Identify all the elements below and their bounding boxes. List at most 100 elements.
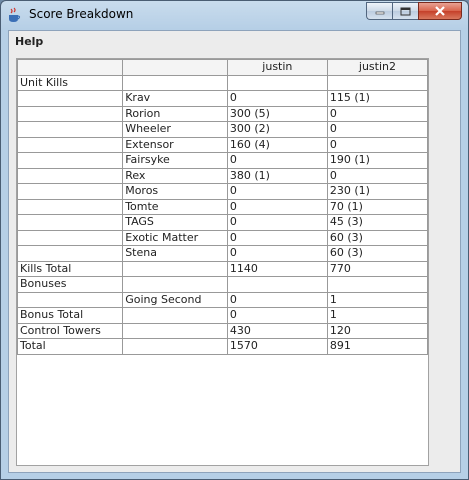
- table-cell[interactable]: TAGS: [122, 214, 228, 231]
- table-cell[interactable]: Extensor: [122, 136, 228, 153]
- table-cell[interactable]: 190 (1): [326, 152, 429, 169]
- table-row[interactable]: Exotic Matter 0 60 (3): [16, 229, 429, 246]
- table-cell[interactable]: Rex: [122, 167, 228, 184]
- table-cell[interactable]: [16, 152, 124, 169]
- table-cell[interactable]: [16, 198, 124, 215]
- table-cell[interactable]: 430: [226, 322, 328, 339]
- table-cell[interactable]: [16, 136, 124, 153]
- menu-help[interactable]: Help: [15, 35, 43, 48]
- table-cell[interactable]: 380 (1): [226, 167, 328, 184]
- score-table-panel: justin justin2 Unit Kills Krav 0 115 (1)…: [16, 58, 429, 466]
- table-cell[interactable]: [122, 307, 228, 324]
- table-cell[interactable]: [16, 105, 124, 122]
- table-cell[interactable]: [16, 214, 124, 231]
- table-cell[interactable]: Kills Total: [16, 260, 124, 277]
- column-header-justin2[interactable]: justin2: [326, 59, 429, 76]
- table-cell[interactable]: Unit Kills: [16, 74, 124, 91]
- column-header-justin[interactable]: justin: [226, 59, 328, 76]
- table-cell[interactable]: 0: [326, 105, 429, 122]
- table-cell[interactable]: [16, 167, 124, 184]
- table-cell[interactable]: Total: [16, 338, 124, 355]
- table-cell[interactable]: 160 (4): [226, 136, 328, 153]
- table-cell[interactable]: [16, 121, 124, 138]
- table-cell[interactable]: 0: [226, 229, 328, 246]
- table-cell[interactable]: 230 (1): [326, 183, 429, 200]
- table-cell[interactable]: Going Second: [122, 291, 228, 308]
- table-row[interactable]: Fairsyke 0 190 (1): [16, 152, 429, 169]
- table-cell[interactable]: [16, 291, 124, 308]
- table-cell[interactable]: 1: [326, 291, 429, 308]
- table-cell[interactable]: 0: [326, 136, 429, 153]
- table-row[interactable]: Moros 0 230 (1): [16, 183, 429, 200]
- table-cell[interactable]: [326, 74, 429, 91]
- table-cell[interactable]: 115 (1): [326, 90, 429, 107]
- table-cell[interactable]: 0: [226, 307, 328, 324]
- table-cell[interactable]: 1: [326, 307, 429, 324]
- table-cell[interactable]: Rorion: [122, 105, 228, 122]
- table-cell[interactable]: Fairsyke: [122, 152, 228, 169]
- table-cell[interactable]: [122, 74, 228, 91]
- table-cell[interactable]: 1140: [226, 260, 328, 277]
- table-row[interactable]: Unit Kills: [16, 74, 429, 91]
- table-cell[interactable]: 0: [226, 90, 328, 107]
- table-cell[interactable]: 0: [226, 214, 328, 231]
- table-cell[interactable]: Bonus Total: [16, 307, 124, 324]
- table-cell[interactable]: 300 (5): [226, 105, 328, 122]
- table-cell[interactable]: [122, 260, 228, 277]
- table-row[interactable]: Wheeler 300 (2) 0: [16, 121, 429, 138]
- close-button[interactable]: [418, 2, 462, 20]
- minimize-button[interactable]: [366, 2, 392, 20]
- table-cell[interactable]: [226, 74, 328, 91]
- table-cell[interactable]: Control Towers: [16, 322, 124, 339]
- title-bar[interactable]: Score Breakdown: [1, 1, 468, 29]
- table-cell[interactable]: [16, 229, 124, 246]
- table-cell[interactable]: 1570: [226, 338, 328, 355]
- table-row[interactable]: Stena 0 60 (3): [16, 245, 429, 262]
- table-cell[interactable]: [122, 338, 228, 355]
- table-row[interactable]: Krav 0 115 (1): [16, 90, 429, 107]
- table-row[interactable]: Rorion 300 (5) 0: [16, 105, 429, 122]
- table-row[interactable]: Bonus Total 0 1: [16, 307, 429, 324]
- column-header[interactable]: [16, 59, 124, 76]
- table-cell[interactable]: [16, 90, 124, 107]
- table-row[interactable]: Total 1570 891: [16, 338, 429, 355]
- table-cell[interactable]: 60 (3): [326, 245, 429, 262]
- column-header[interactable]: [122, 59, 228, 76]
- table-cell[interactable]: Exotic Matter: [122, 229, 228, 246]
- maximize-button[interactable]: [392, 2, 418, 20]
- table-cell[interactable]: 60 (3): [326, 229, 429, 246]
- table-row[interactable]: Bonuses: [16, 276, 429, 293]
- table-cell[interactable]: [226, 276, 328, 293]
- table-cell[interactable]: Stena: [122, 245, 228, 262]
- table-cell[interactable]: 0: [226, 152, 328, 169]
- table-cell[interactable]: 300 (2): [226, 121, 328, 138]
- table-cell[interactable]: [16, 245, 124, 262]
- table-row[interactable]: Control Towers 430 120: [16, 322, 429, 339]
- table-row[interactable]: Going Second 0 1: [16, 291, 429, 308]
- table-cell[interactable]: 70 (1): [326, 198, 429, 215]
- table-cell[interactable]: Moros: [122, 183, 228, 200]
- table-cell[interactable]: 120: [326, 322, 429, 339]
- table-row[interactable]: Kills Total 1140 770: [16, 260, 429, 277]
- table-cell[interactable]: [122, 322, 228, 339]
- table-cell[interactable]: Wheeler: [122, 121, 228, 138]
- table-cell[interactable]: 891: [326, 338, 429, 355]
- table-cell[interactable]: [122, 276, 228, 293]
- table-cell[interactable]: 45 (3): [326, 214, 429, 231]
- table-cell[interactable]: [326, 276, 429, 293]
- table-row[interactable]: Rex 380 (1) 0: [16, 167, 429, 184]
- table-cell[interactable]: 0: [326, 121, 429, 138]
- table-row[interactable]: Extensor 160 (4) 0: [16, 136, 429, 153]
- table-cell[interactable]: Bonuses: [16, 276, 124, 293]
- table-cell[interactable]: [16, 183, 124, 200]
- table-cell[interactable]: 0: [326, 167, 429, 184]
- table-cell[interactable]: 770: [326, 260, 429, 277]
- table-row[interactable]: TAGS 0 45 (3): [16, 214, 429, 231]
- table-row[interactable]: Tomte 0 70 (1): [16, 198, 429, 215]
- table-cell[interactable]: Tomte: [122, 198, 228, 215]
- table-cell[interactable]: 0: [226, 245, 328, 262]
- table-cell[interactable]: 0: [226, 198, 328, 215]
- table-cell[interactable]: 0: [226, 183, 328, 200]
- table-cell[interactable]: Krav: [122, 90, 228, 107]
- table-cell[interactable]: 0: [226, 291, 328, 308]
